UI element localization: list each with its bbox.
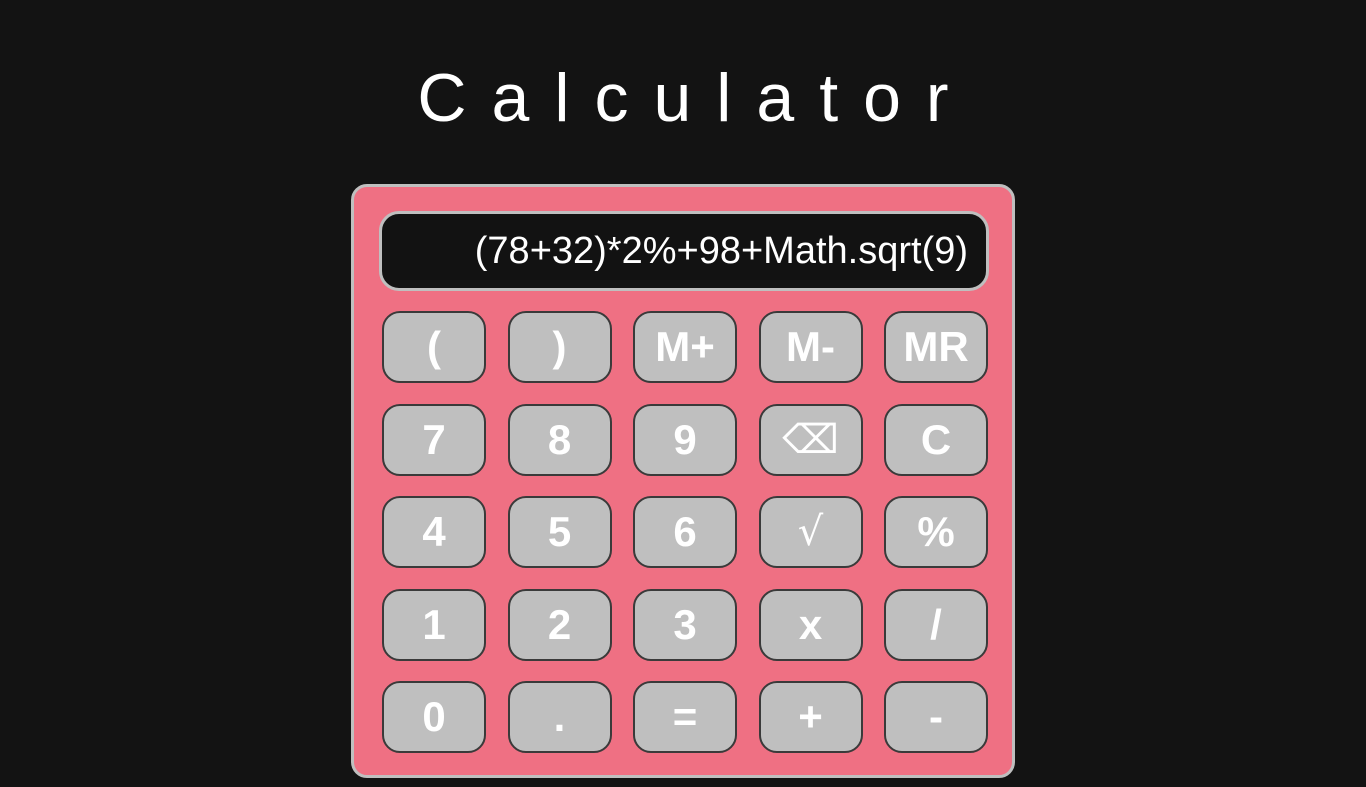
key-minus[interactable]: - (884, 681, 988, 753)
square-root-icon: √ (797, 509, 824, 555)
key-percent[interactable]: % (884, 496, 988, 568)
backspace-icon: ⌫ (782, 416, 839, 463)
key-multiply[interactable]: x (758, 588, 863, 661)
key-memory-subtract[interactable]: M- (758, 311, 863, 383)
page-title: Calculator (417, 60, 974, 136)
key-decimal-point[interactable]: . (507, 681, 612, 753)
backspace-button[interactable]: ⌫ (758, 403, 863, 476)
key-digit-3[interactable]: 3 (633, 588, 737, 661)
key-plus[interactable]: + (758, 681, 863, 753)
key-divide[interactable]: / (884, 588, 988, 661)
key-digit-1[interactable]: 1 (382, 588, 486, 661)
key-digit-0[interactable]: 0 (382, 681, 486, 753)
key-digit-8[interactable]: 8 (507, 403, 612, 476)
key-digit-9[interactable]: 9 (633, 403, 737, 476)
key-digit-7[interactable]: 7 (382, 403, 486, 476)
key-digit-5[interactable]: 5 (507, 496, 612, 568)
key-open-paren[interactable]: ( (382, 311, 486, 383)
square-root-button[interactable]: √ (758, 496, 863, 568)
key-memory-recall[interactable]: MR (884, 311, 988, 383)
key-digit-4[interactable]: 4 (382, 496, 486, 568)
key-digit-2[interactable]: 2 (507, 588, 612, 661)
keypad: ( ) M+ M- MR 7 8 9 ⌫ C 4 5 6 √ % 1 2 3 x… (382, 311, 988, 753)
calculator-body: (78+32)*2%+98+Math.sqrt(9) ( ) M+ M- MR … (351, 184, 1015, 778)
calculator-display: (78+32)*2%+98+Math.sqrt(9) (379, 211, 989, 291)
key-memory-add[interactable]: M+ (633, 311, 737, 383)
key-equals[interactable]: = (633, 681, 737, 753)
key-clear[interactable]: C (884, 403, 988, 476)
key-close-paren[interactable]: ) (507, 311, 612, 383)
key-digit-6[interactable]: 6 (633, 496, 737, 568)
